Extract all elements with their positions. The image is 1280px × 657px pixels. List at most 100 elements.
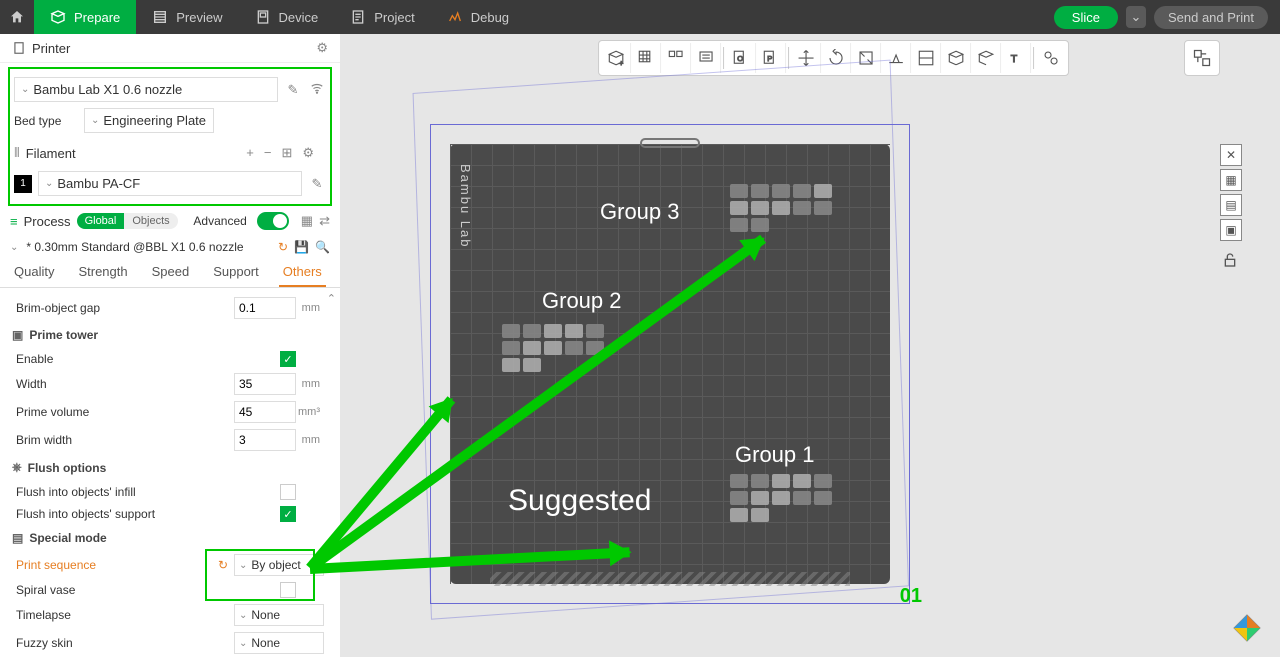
tab-project[interactable]: Project bbox=[334, 0, 430, 34]
tool-mesh[interactable] bbox=[941, 43, 971, 73]
plate-settings-icon[interactable]: ▣ bbox=[1220, 219, 1242, 241]
scroll-up-icon[interactable]: ⌃ bbox=[327, 292, 336, 305]
fuzzy-select[interactable]: ⌄None bbox=[234, 632, 324, 654]
process-scope-toggle[interactable]: Global Objects bbox=[77, 213, 178, 229]
tab-support[interactable]: Support bbox=[209, 258, 263, 287]
tab-debug[interactable]: Debug bbox=[431, 0, 525, 34]
tool-add-plate[interactable] bbox=[631, 43, 661, 73]
object-group-1[interactable] bbox=[730, 474, 840, 522]
bed-type-label: Bed type bbox=[14, 114, 74, 128]
tool-scale[interactable] bbox=[851, 43, 881, 73]
prime-tower-icon: ▣ bbox=[12, 328, 23, 342]
tool-text[interactable]: T bbox=[1001, 43, 1031, 73]
flush-support-checkbox[interactable]: ✓ bbox=[280, 506, 296, 522]
printer-preset-value: Bambu Lab X1 0.6 nozzle bbox=[33, 82, 182, 97]
plate-close-icon[interactable]: ✕ bbox=[1220, 144, 1242, 166]
brim-width-input[interactable] bbox=[234, 429, 296, 451]
process-compare-icon[interactable]: ⇄ bbox=[319, 213, 330, 229]
filament-remove-icon[interactable]: − bbox=[264, 145, 272, 161]
filament-section-title: Filament bbox=[26, 146, 76, 161]
print-seq-reset-icon[interactable]: ↻ bbox=[218, 558, 228, 572]
brim-width-label: Brim width bbox=[16, 433, 234, 447]
tab-speed[interactable]: Speed bbox=[148, 258, 194, 287]
tool-orient[interactable] bbox=[691, 43, 721, 73]
brim-gap-input[interactable] bbox=[234, 297, 296, 319]
tab-preview[interactable]: Preview bbox=[136, 0, 238, 34]
width-input[interactable] bbox=[234, 373, 296, 395]
filament-ams-icon[interactable]: ⊞ bbox=[281, 145, 292, 161]
chevron-down-icon: ⌄ bbox=[91, 115, 99, 126]
group3-label: Group 3 bbox=[600, 199, 680, 225]
preset-reset-icon[interactable]: ↻ bbox=[278, 240, 288, 254]
tool-assembly[interactable] bbox=[1036, 43, 1066, 73]
tool-cut[interactable] bbox=[911, 43, 941, 73]
flush-header: Flush options bbox=[28, 461, 107, 475]
printer-settings-icon[interactable]: ⚙ bbox=[316, 40, 328, 56]
width-label: Width bbox=[16, 377, 234, 391]
tool-rotate[interactable] bbox=[821, 43, 851, 73]
send-print-button[interactable]: Send and Print bbox=[1154, 6, 1268, 29]
tool-support-paint[interactable] bbox=[971, 43, 1001, 73]
plate-arrange-icon[interactable]: ▦ bbox=[1220, 169, 1242, 191]
prime-volume-label: Prime volume bbox=[16, 405, 234, 419]
preset-search-icon[interactable]: 🔍 bbox=[315, 240, 330, 254]
tool-move[interactable] bbox=[791, 43, 821, 73]
tab-prepare[interactable]: Prepare bbox=[34, 0, 136, 34]
prime-volume-input[interactable] bbox=[234, 401, 296, 423]
tool-assembly-view[interactable] bbox=[1184, 40, 1220, 76]
filament-settings-icon[interactable]: ⚙ bbox=[302, 145, 314, 161]
flush-support-label: Flush into objects' support bbox=[16, 507, 280, 521]
flush-infill-checkbox[interactable] bbox=[280, 484, 296, 500]
tab-device[interactable]: Device bbox=[239, 0, 335, 34]
tool-add-cube[interactable]: + bbox=[601, 43, 631, 73]
tool-arrange[interactable] bbox=[661, 43, 691, 73]
bed-type-dropdown[interactable]: ⌄ Engineering Plate bbox=[84, 108, 214, 133]
printer-highlight-box: ⌄ Bambu Lab X1 0.6 nozzle ✎ Bed type ⌄ E… bbox=[8, 67, 332, 206]
spiral-checkbox[interactable] bbox=[280, 582, 296, 598]
enable-checkbox[interactable]: ✓ bbox=[280, 351, 296, 367]
tab-quality[interactable]: Quality bbox=[10, 258, 58, 287]
timelapse-select[interactable]: ⌄None bbox=[234, 604, 324, 626]
printer-wifi-icon[interactable] bbox=[308, 81, 326, 98]
view-triad[interactable] bbox=[1232, 613, 1262, 643]
canvas-toolbar: + O P T bbox=[598, 40, 1069, 76]
tool-split-parts[interactable]: P bbox=[756, 43, 786, 73]
advanced-toggle[interactable] bbox=[257, 212, 289, 230]
tab-debug-label: Debug bbox=[471, 10, 509, 25]
slice-button[interactable]: Slice bbox=[1054, 6, 1118, 29]
plate-lock-icon[interactable] bbox=[1222, 252, 1238, 273]
flush-infill-label: Flush into objects' infill bbox=[16, 485, 280, 499]
process-section-title: Process bbox=[24, 214, 71, 229]
process-preset-name[interactable]: * 0.30mm Standard @BBL X1 0.6 nozzle bbox=[26, 240, 274, 254]
chevron-down-icon: ⌄ bbox=[10, 242, 18, 253]
filament-edit-icon[interactable]: ✎ bbox=[308, 176, 326, 192]
filament-swatch-1[interactable]: 1 bbox=[14, 175, 32, 193]
svg-text:O: O bbox=[737, 54, 743, 63]
tab-others[interactable]: Others bbox=[279, 258, 326, 287]
tool-split-objects[interactable]: O bbox=[726, 43, 756, 73]
width-unit: mm bbox=[296, 378, 324, 390]
filament-name-1: Bambu PA-CF bbox=[57, 176, 140, 191]
toggle-global[interactable]: Global bbox=[77, 213, 125, 229]
home-button[interactable] bbox=[0, 0, 34, 34]
filament-add-icon[interactable]: + bbox=[246, 145, 254, 161]
printer-preset-dropdown[interactable]: ⌄ Bambu Lab X1 0.6 nozzle bbox=[14, 77, 278, 102]
tab-strength[interactable]: Strength bbox=[74, 258, 131, 287]
svg-text:T: T bbox=[1010, 53, 1017, 65]
chevron-down-icon: ⌄ bbox=[45, 178, 53, 189]
process-list-icon[interactable]: ▦ bbox=[301, 213, 313, 229]
filament-dropdown-1[interactable]: ⌄ Bambu PA-CF bbox=[38, 171, 302, 196]
slice-dropdown[interactable]: ⌄ bbox=[1126, 6, 1146, 28]
printer-icon bbox=[12, 41, 26, 55]
canvas-viewport[interactable]: + O P T ✕ ▦ ▤ ▣ bbox=[340, 34, 1280, 657]
object-group-3[interactable] bbox=[730, 184, 840, 232]
tab-project-label: Project bbox=[374, 10, 414, 25]
preset-save-icon[interactable]: 💾 bbox=[294, 240, 309, 254]
toggle-objects[interactable]: Objects bbox=[124, 213, 177, 229]
printer-edit-icon[interactable]: ✎ bbox=[284, 82, 302, 98]
plate-orient-icon[interactable]: ▤ bbox=[1220, 194, 1242, 216]
tab-preview-label: Preview bbox=[176, 10, 222, 25]
tool-lay-flat[interactable] bbox=[881, 43, 911, 73]
group2-label: Group 2 bbox=[542, 288, 622, 314]
filament-icon: ⦀ bbox=[14, 145, 20, 161]
